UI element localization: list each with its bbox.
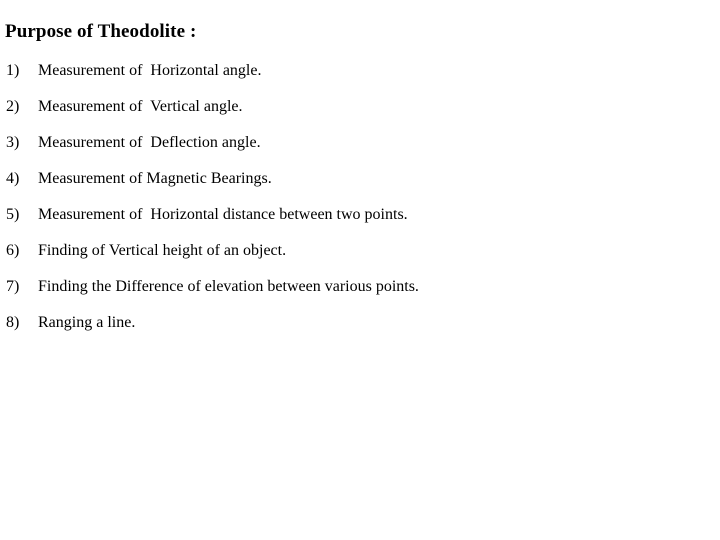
list-item: 8) Ranging a line.	[0, 312, 720, 348]
list-item-number: 6)	[6, 242, 20, 259]
list-item-number: 7)	[6, 278, 20, 295]
list-item-number: 8)	[6, 314, 20, 331]
list-item-number: 5)	[6, 206, 20, 223]
page-title: Purpose of Theodolite :	[5, 21, 197, 42]
list-item-number: 4)	[6, 170, 20, 187]
list-item-number: 3)	[6, 134, 20, 151]
list-item-text: Finding the Difference of elevation betw…	[38, 278, 419, 295]
list-item-text: Ranging a line.	[38, 314, 136, 331]
list-item-text: Measurement of Horizontal angle.	[38, 62, 262, 79]
list-item-number: 2)	[6, 98, 20, 115]
list-item-text: Measurement of Magnetic Bearings.	[38, 170, 272, 187]
list-item: 3) Measurement of Deflection angle.	[0, 132, 720, 168]
list-item-text: Finding of Vertical height of an object.	[38, 242, 287, 259]
list-item: 6) Finding of Vertical height of an obje…	[0, 240, 720, 276]
list-item: 5) Measurement of Horizontal distance be…	[0, 204, 720, 240]
list-item: 2) Measurement of Vertical angle.	[0, 96, 720, 132]
purpose-list: 1) Measurement of Horizontal angle. 2) M…	[0, 60, 720, 348]
list-item: 7) Finding the Difference of elevation b…	[0, 276, 720, 312]
list-item-text: Measurement of Vertical angle.	[38, 98, 243, 115]
list-item: 4) Measurement of Magnetic Bearings.	[0, 168, 720, 204]
list-item-text: Measurement of Deflection angle.	[38, 134, 261, 151]
list-item-number: 1)	[6, 62, 20, 79]
slide-canvas: Purpose of Theodolite : 1) Measurement o…	[0, 0, 720, 540]
list-item: 1) Measurement of Horizontal angle.	[0, 60, 720, 96]
list-item-text: Measurement of Horizontal distance betwe…	[38, 206, 408, 223]
